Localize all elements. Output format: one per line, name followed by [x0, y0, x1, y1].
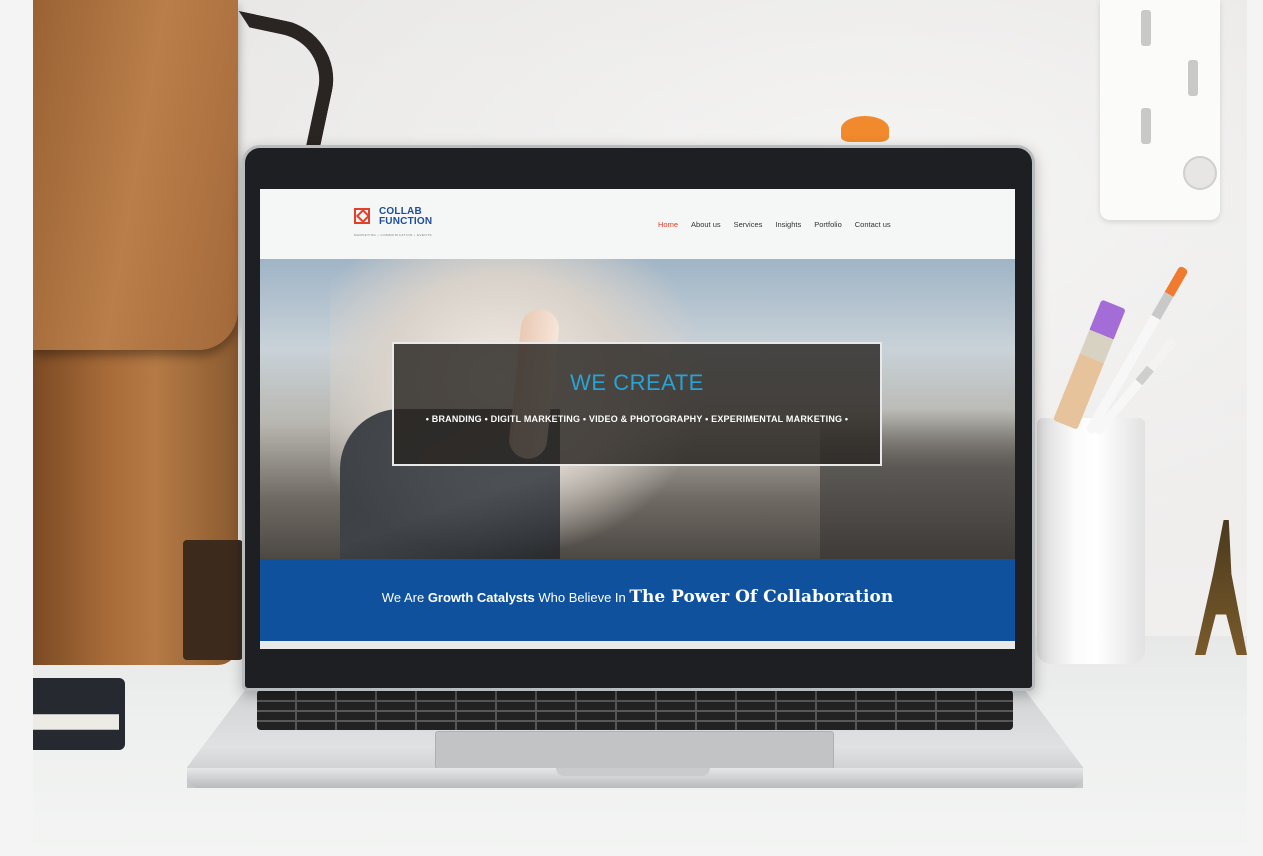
- socket-slot: [1188, 60, 1198, 96]
- notebook-pages: [33, 714, 119, 730]
- socket-slot: [1141, 10, 1151, 46]
- site-header: COLLAB FUNCTION MARKETING • COMMUNICATIO…: [260, 189, 1015, 259]
- banner-part-3: Who Believe In: [534, 590, 630, 605]
- keyboard-row: [257, 720, 1013, 722]
- banner-part-4: The Power Of Collaboration: [629, 587, 894, 607]
- socket-knob: [1183, 156, 1217, 190]
- hero-services-line: • BRANDING • DIGITL MARKETING • VIDEO & …: [425, 414, 849, 424]
- socket-slot: [1141, 108, 1151, 144]
- collab-function-logo-icon: [354, 208, 374, 226]
- brush-cup: [1037, 418, 1145, 664]
- desk-scene: COLLAB FUNCTION MARKETING • COMMUNICATIO…: [33, 0, 1247, 856]
- main-nav: Home About us Services Insights Portfoli…: [658, 220, 891, 229]
- hero-section: WE CREATE • BRANDING • DIGITL MARKETING …: [260, 259, 1015, 559]
- logo-tagline: MARKETING • COMMUNICATION • EVENTS: [354, 233, 433, 237]
- site-logo[interactable]: COLLAB FUNCTION: [354, 207, 432, 227]
- banner-part-1: We Are: [381, 590, 428, 605]
- nav-about-us[interactable]: About us: [691, 220, 721, 229]
- logo-text: COLLAB FUNCTION: [379, 207, 432, 227]
- keyboard-row: [257, 710, 1013, 712]
- bag-shadow: [183, 540, 243, 660]
- logo-line-2: FUNCTION: [379, 216, 433, 227]
- banner-text: We Are Growth Catalysts Who Believe In T…: [260, 587, 1015, 607]
- hero-overlay-box: WE CREATE • BRANDING • DIGITL MARKETING …: [392, 342, 882, 466]
- laptop-trackpad: [435, 731, 834, 769]
- nav-contact-us[interactable]: Contact us: [855, 220, 891, 229]
- nav-insights[interactable]: Insights: [775, 220, 801, 229]
- next-section-edge: [260, 641, 1015, 649]
- laptop-notch: [556, 768, 710, 776]
- mockup-photo: COLLAB FUNCTION MARKETING • COMMUNICATIO…: [0, 0, 1263, 856]
- tagline-banner: We Are Growth Catalysts Who Believe In T…: [260, 559, 1015, 641]
- keyboard-row: [257, 700, 1013, 702]
- laptop-lid: COLLAB FUNCTION MARKETING • COMMUNICATIO…: [242, 145, 1035, 691]
- nav-portfolio[interactable]: Portfolio: [814, 220, 842, 229]
- nav-home[interactable]: Home: [658, 220, 678, 229]
- nav-services[interactable]: Services: [734, 220, 763, 229]
- laptop-screen: COLLAB FUNCTION MARKETING • COMMUNICATIO…: [260, 189, 1015, 649]
- orange-flower: [841, 116, 889, 142]
- hero-title: WE CREATE: [570, 370, 704, 395]
- banner-part-2: Growth Catalysts: [427, 590, 535, 605]
